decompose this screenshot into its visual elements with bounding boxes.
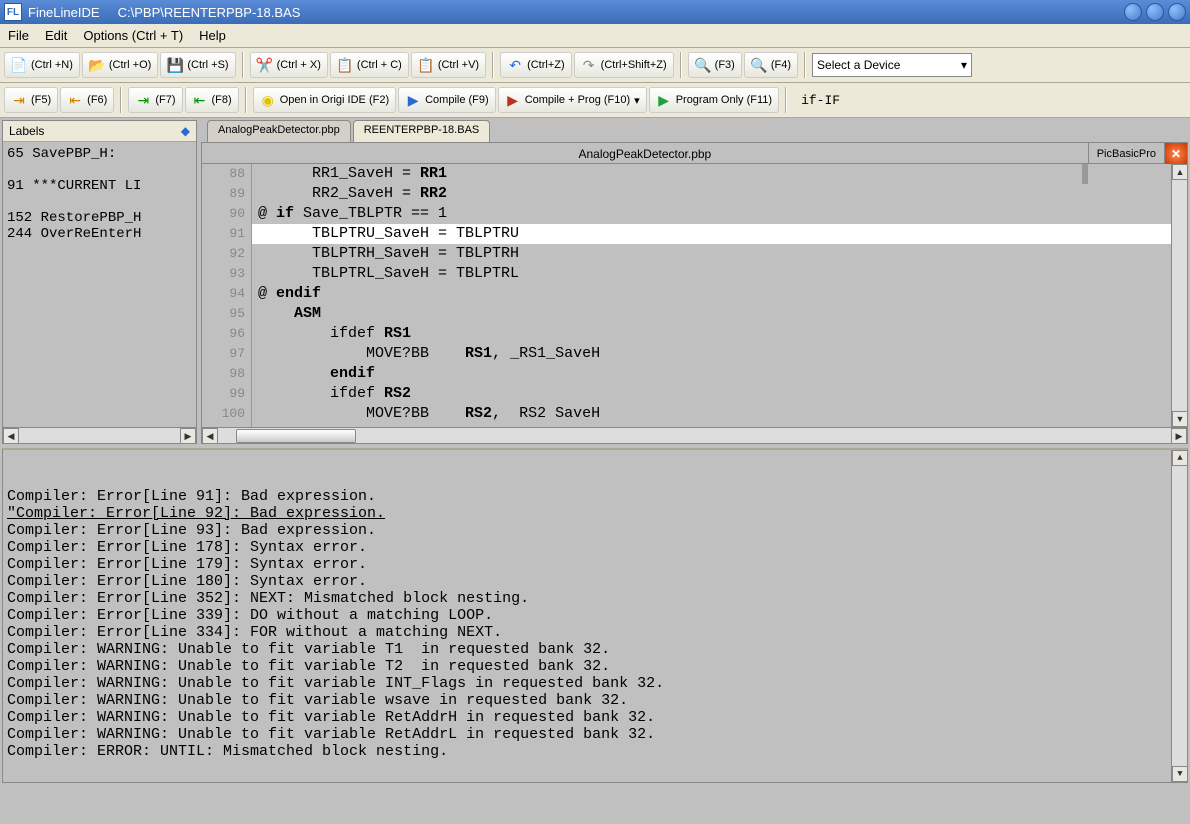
f5-button[interactable]: ⇥(F5) [4, 87, 58, 113]
menu-help[interactable]: Help [199, 28, 226, 43]
page-icon: 📄 [11, 57, 27, 73]
outdent-icon: ⇤ [67, 92, 83, 108]
titlebar: FL FineLineIDE C:\PBP\REENTERPBP-18.BAS [0, 0, 1190, 24]
scroll-right-icon[interactable]: ▶ [180, 428, 196, 444]
new-button[interactable]: 📄(Ctrl +N) [4, 52, 80, 78]
sidebar-hscroll[interactable]: ◀ ▶ [3, 427, 196, 443]
close-window-button[interactable] [1168, 3, 1186, 21]
separator [785, 87, 787, 113]
editor-tabs: AnalogPeakDetector.pbp REENTERPBP-18.BAS [201, 120, 1188, 142]
undo-icon: ↶ [507, 57, 523, 73]
code-editor[interactable]: 888990919293949596979899100 RR1_SaveH = … [201, 164, 1188, 428]
circle-icon: ◉ [260, 92, 276, 108]
open-orig-ide-button[interactable]: ◉Open in Origi IDE (F2) [253, 87, 396, 113]
f6-button[interactable]: ⇤(F6) [60, 87, 114, 113]
chevron-down-icon: ▾ [961, 58, 967, 72]
file-path: AnalogPeakDetector.pbp [202, 143, 1088, 163]
device-select[interactable]: Select a Device▾ [812, 53, 972, 77]
copy-icon: 📋 [337, 57, 353, 73]
magnifier-icon: 🔍 [695, 57, 711, 73]
menu-edit[interactable]: Edit [45, 28, 67, 43]
scissors-icon: ✂️ [257, 57, 273, 73]
title-text: FineLineIDE C:\PBP\REENTERPBP-18.BAS [28, 5, 1124, 20]
separator [120, 87, 122, 113]
scroll-down-icon[interactable]: ▼ [1172, 766, 1188, 782]
folder-icon: 📂 [89, 57, 105, 73]
indent-icon: ⇥ [11, 92, 27, 108]
scroll-right-icon[interactable]: ▶ [1171, 428, 1187, 444]
code-area[interactable]: RR1_SaveH = RR1 RR2_SaveH = RR2@ if Save… [252, 164, 1171, 427]
undo-button[interactable]: ↶(Ctrl+Z) [500, 52, 572, 78]
sidebar-header[interactable]: Labels ◆ [3, 121, 196, 142]
tab-analogpeak[interactable]: AnalogPeakDetector.pbp [207, 120, 351, 142]
line-gutter: 888990919293949596979899100 [202, 164, 252, 427]
redo-button[interactable]: ↷(Ctrl+Shift+Z) [574, 52, 674, 78]
sidebar-body[interactable]: 65 SavePBP_H: 91 ***CURRENT LI 152 Resto… [3, 142, 196, 427]
labels-sidebar: Labels ◆ 65 SavePBP_H: 91 ***CURRENT LI … [2, 120, 197, 444]
program-only-button[interactable]: ▶Program Only (F11) [649, 87, 779, 113]
menu-file[interactable]: File [8, 28, 29, 43]
cut-button[interactable]: ✂️(Ctrl + X) [250, 52, 328, 78]
scroll-down-icon[interactable]: ▼ [1172, 411, 1188, 427]
search-f3-button[interactable]: 🔍(F3) [688, 52, 742, 78]
f8-button[interactable]: ⇤(F8) [185, 87, 239, 113]
play-icon: ▶ [656, 92, 672, 108]
scroll-up-icon[interactable]: ▲ [1172, 450, 1188, 466]
scroll-left-icon[interactable]: ◀ [202, 428, 218, 444]
app-icon: FL [4, 3, 22, 21]
indent-icon: ⇥ [135, 92, 151, 108]
paste-icon: 📋 [418, 57, 434, 73]
separator [245, 87, 247, 113]
separator [242, 52, 244, 78]
f7-button[interactable]: ⇥(F7) [128, 87, 182, 113]
open-button[interactable]: 📂(Ctrl +O) [82, 52, 158, 78]
menu-options[interactable]: Options (Ctrl + T) [83, 28, 183, 43]
chevron-down-icon[interactable]: ▾ [634, 94, 640, 107]
toolbar-row-2: ⇥(F5) ⇤(F6) ⇥(F7) ⇤(F8) ◉Open in Origi I… [0, 83, 1190, 118]
outdent-icon: ⇤ [192, 92, 208, 108]
output-vscroll[interactable]: ▲ ▼ [1171, 450, 1187, 782]
compiler-output[interactable]: Compiler: Error[Line 91]: Bad expression… [2, 448, 1188, 783]
play-icon: ▶ [405, 92, 421, 108]
redo-icon: ↷ [581, 57, 597, 73]
tab-reenterpbp[interactable]: REENTERPBP-18.BAS [353, 120, 491, 142]
compile-button[interactable]: ▶Compile (F9) [398, 87, 496, 113]
scroll-thumb[interactable] [236, 429, 356, 443]
maximize-button[interactable] [1146, 3, 1164, 21]
if-toggle[interactable]: if-IF [793, 93, 848, 108]
compile-prog-button[interactable]: ▶Compile + Prog (F10) ▾ [498, 87, 647, 113]
menubar: File Edit Options (Ctrl + T) Help [0, 24, 1190, 48]
minimize-button[interactable] [1124, 3, 1142, 21]
magnifier-icon: 🔍 [751, 57, 767, 73]
separator [680, 52, 682, 78]
scroll-up-icon[interactable]: ▲ [1172, 164, 1188, 180]
search-f4-button[interactable]: 🔍(F4) [744, 52, 798, 78]
path-bar: AnalogPeakDetector.pbp PicBasicPro ✕ [201, 142, 1188, 164]
separator [804, 52, 806, 78]
diamond-icon: ◆ [181, 124, 190, 138]
save-button[interactable]: 💾(Ctrl +S) [160, 52, 235, 78]
toolbar-row-1: 📄(Ctrl +N) 📂(Ctrl +O) 💾(Ctrl +S) ✂️(Ctrl… [0, 48, 1190, 83]
editor-hscroll[interactable]: ◀ ▶ [201, 428, 1188, 444]
scroll-left-icon[interactable]: ◀ [3, 428, 19, 444]
disk-icon: 💾 [167, 57, 183, 73]
separator [492, 52, 494, 78]
copy-button[interactable]: 📋(Ctrl + C) [330, 52, 409, 78]
paste-button[interactable]: 📋(Ctrl +V) [411, 52, 486, 78]
play-icon: ▶ [505, 92, 521, 108]
close-file-button[interactable]: ✕ [1165, 143, 1187, 165]
language-label[interactable]: PicBasicPro [1088, 143, 1165, 163]
editor-vscroll[interactable]: ▲ ▼ [1171, 164, 1187, 427]
